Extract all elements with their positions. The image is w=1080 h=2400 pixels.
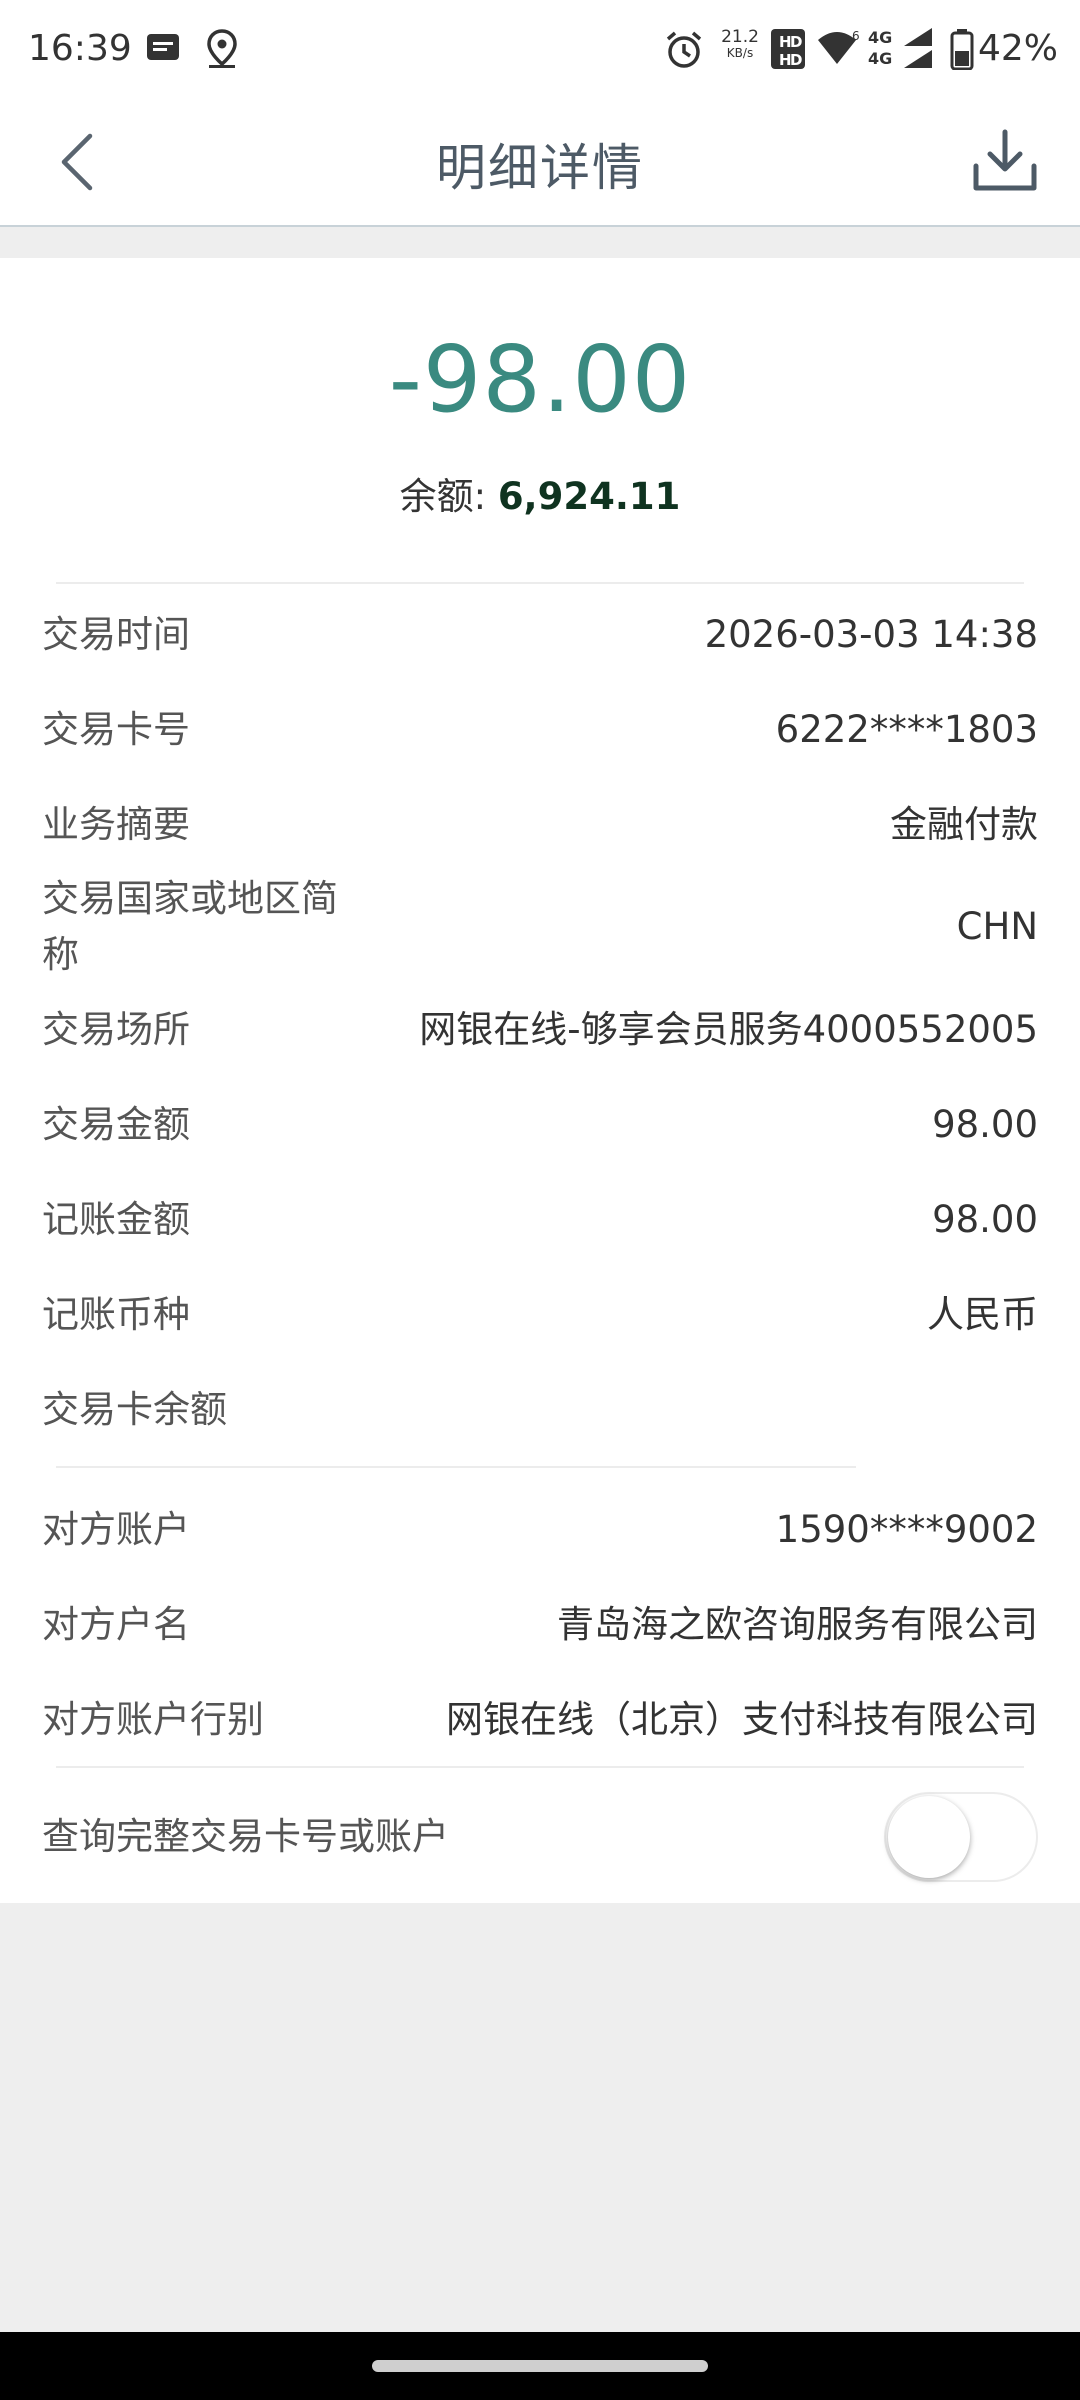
row-label-posted-amount: 记账金额 bbox=[42, 1198, 190, 1241]
row-value-merchant: 网银在线-够享会员服务4000552005 bbox=[419, 1008, 1038, 1051]
divider bbox=[56, 1766, 1024, 1768]
divider bbox=[56, 1466, 856, 1468]
row-value-counterparty-bank: 网银在线（北京）支付科技有限公司 bbox=[446, 1698, 1038, 1741]
row-label-transaction-time: 交易时间 bbox=[42, 613, 190, 656]
balance-line: 余额: 6,924.11 bbox=[0, 466, 1080, 520]
row-value-transaction-time: 2026-03-03 14:38 bbox=[704, 613, 1038, 656]
row-label-country-line2: 称 bbox=[42, 933, 79, 976]
row-value-business-summary: 金融付款 bbox=[890, 803, 1038, 846]
row-label-counterparty-account: 对方账户 bbox=[42, 1508, 190, 1551]
row-label-transaction-amount: 交易金额 bbox=[42, 1103, 190, 1146]
row-label-card-balance: 交易卡余额 bbox=[42, 1388, 227, 1431]
row-value-country: CHN bbox=[956, 905, 1038, 948]
nav-bar: 明细详情 bbox=[0, 100, 1080, 227]
balance-label: 余额: bbox=[399, 475, 498, 518]
location-icon bbox=[207, 29, 237, 68]
row-label-counterparty-bank: 对方账户行别 bbox=[42, 1698, 264, 1741]
divider bbox=[56, 582, 1024, 584]
signal-4g-icon: 4G 4G bbox=[868, 28, 932, 68]
data-speed-indicator: 21.2 KB/s bbox=[718, 28, 762, 60]
gesture-bar bbox=[0, 2332, 1080, 2400]
row-value-counterparty-account: 1590****9002 bbox=[775, 1508, 1038, 1551]
row-label-card-number: 交易卡号 bbox=[42, 708, 190, 751]
transaction-detail-card: -98.00 余额: 6,924.11 交易时间 2026-03-03 14:3… bbox=[0, 258, 1080, 1903]
message-icon bbox=[147, 34, 179, 60]
query-full-number-toggle[interactable] bbox=[884, 1792, 1038, 1882]
speed-value: 21.2 bbox=[721, 27, 759, 47]
battery-percent: 42% bbox=[978, 28, 1059, 69]
status-time: 16:39 bbox=[28, 28, 132, 69]
svg-text:D: D bbox=[790, 51, 802, 69]
download-icon[interactable] bbox=[970, 126, 1040, 196]
query-full-number-label: 查询完整交易卡号或账户 bbox=[42, 1815, 449, 1858]
transaction-amount: -98.00 bbox=[388, 326, 692, 433]
row-value-counterparty-name: 青岛海之欧咨询服务有限公司 bbox=[557, 1603, 1038, 1646]
row-value-posted-amount: 98.00 bbox=[932, 1198, 1038, 1241]
row-label-currency: 记账币种 bbox=[42, 1293, 190, 1336]
home-indicator[interactable] bbox=[372, 2360, 708, 2372]
row-value-card-number: 6222****1803 bbox=[775, 708, 1038, 751]
status-bar: 16:39 21.2 KB/s H D H D 6 4G 4G 42% bbox=[0, 0, 1080, 100]
svg-text:6: 6 bbox=[852, 29, 860, 43]
balance-value: 6,924.11 bbox=[497, 475, 681, 518]
row-value-transaction-amount: 98.00 bbox=[932, 1103, 1038, 1146]
alarm-icon bbox=[666, 31, 702, 68]
row-label-country-line1: 交易国家或地区简 bbox=[42, 877, 338, 920]
row-label-merchant: 交易场所 bbox=[42, 1008, 190, 1051]
row-label-counterparty-name: 对方户名 bbox=[42, 1603, 190, 1646]
page-title: 明细详情 bbox=[436, 139, 644, 197]
toggle-knob bbox=[888, 1796, 970, 1878]
svg-text:4G: 4G bbox=[868, 28, 892, 47]
svg-text:D: D bbox=[790, 33, 802, 51]
row-value-currency: 人民币 bbox=[927, 1293, 1038, 1336]
wifi-icon: 6 bbox=[818, 29, 860, 64]
speed-unit: KB/s bbox=[726, 46, 754, 60]
battery-icon bbox=[950, 29, 974, 70]
hd-icon: H D H D bbox=[771, 29, 805, 69]
row-label-business-summary: 业务摘要 bbox=[42, 803, 190, 846]
svg-text:4G: 4G bbox=[868, 49, 892, 68]
